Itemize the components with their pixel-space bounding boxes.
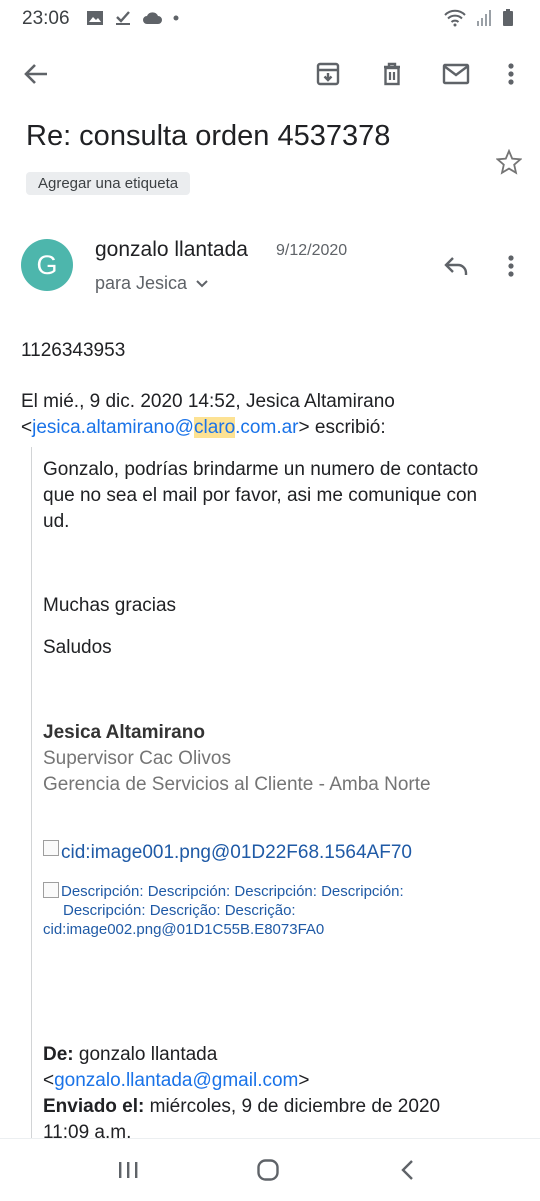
quote-bar — [31, 447, 32, 1147]
battery-icon — [503, 9, 513, 26]
email-highlight: claro — [193, 417, 236, 438]
archive-icon — [316, 62, 340, 86]
chevron-down-icon — [196, 279, 208, 287]
sent-line: Enviado el: miércoles, 9 de diciembre de… — [43, 1094, 523, 1120]
sender-email-link[interactable]: jesica.altamirano@claro.com.ar — [32, 417, 299, 438]
image2-placeholder[interactable]: Descripción: Descripción: Descripción: D… — [43, 882, 404, 939]
back-icon — [401, 1160, 413, 1180]
image1-placeholder[interactable]: cid:image001.png@01D22F68.1564AF70 — [43, 840, 412, 866]
signature-name: Jesica Altamirano — [43, 722, 205, 743]
signature-department: Gerencia de Servicios al Cliente - Amba … — [43, 774, 431, 795]
reply-header: El mié., 9 dic. 2020 14:52, Jesica Altam… — [21, 389, 531, 441]
avatar[interactable]: G — [21, 239, 73, 291]
more-vert-icon — [508, 255, 514, 277]
mark-unread-icon — [442, 63, 470, 85]
recent-apps-icon — [119, 1162, 138, 1178]
from-email-link[interactable]: gonzalo.llantada@gmail.com — [54, 1070, 298, 1091]
recent-apps-button[interactable] — [112, 1154, 144, 1186]
email-part: jesica.altamirano@ — [32, 417, 194, 438]
lt-sign: < — [21, 417, 33, 438]
reply-icon — [444, 257, 468, 275]
reply-header-line: El mié., 9 dic. 2020 14:52, Jesica Altam… — [21, 391, 395, 412]
message-more-button[interactable] — [495, 250, 527, 282]
home-button[interactable] — [252, 1154, 284, 1186]
dot-icon — [173, 15, 179, 21]
phone-number: 1126343953 — [21, 340, 126, 361]
image2-alt-line: Descripción: Descrição: Descrição: — [63, 902, 296, 919]
recipient-details[interactable]: para Jesica — [95, 273, 209, 294]
system-back-button[interactable] — [392, 1154, 424, 1186]
image-icon — [87, 11, 103, 25]
email-date: 9/12/2020 — [276, 242, 348, 259]
star-icon — [496, 149, 522, 175]
status-left-icons — [86, 10, 180, 26]
cloud-icon — [143, 12, 162, 24]
gt-sign: > — [298, 1070, 310, 1091]
add-label-chip[interactable]: Agregar una etiqueta — [26, 172, 191, 195]
image1-alt: cid:image001.png@01D22F68.1564AF70 — [61, 842, 412, 863]
reply-suffix: > escribió: — [298, 417, 386, 438]
status-right-icons — [444, 9, 514, 27]
check-download-icon — [116, 11, 130, 25]
wifi-icon — [444, 9, 466, 27]
signal-icon — [477, 10, 491, 26]
status-time: 23:06 — [22, 8, 70, 29]
email-part: .com.ar — [235, 417, 299, 438]
more-options-button[interactable] — [495, 58, 527, 90]
back-button[interactable] — [20, 58, 52, 90]
from-value: gonzalo llantada — [73, 1044, 218, 1065]
delete-button[interactable] — [376, 58, 408, 90]
reply-header-email-line: <jesica.altamirano@claro.com.ar> escribi… — [21, 415, 531, 441]
sent-label: Enviado el: — [43, 1096, 145, 1117]
quote-paragraph: Gonzalo, podrías brindarme un numero de … — [43, 459, 479, 532]
back-arrow-icon — [24, 64, 47, 84]
archive-button[interactable] — [312, 58, 344, 90]
image2-alt-line: Descripción: Descripción: Descripción: D… — [43, 882, 404, 901]
delete-icon — [384, 62, 400, 86]
lt-sign: < — [43, 1070, 55, 1091]
recipient-label: para Jesica — [95, 273, 188, 293]
broken-image-icon — [43, 840, 59, 856]
from-label: De: — [43, 1044, 74, 1065]
quote-thanks: Muchas gracias — [43, 595, 177, 616]
mark-unread-button[interactable] — [440, 58, 472, 90]
navigation-bar — [0, 1138, 540, 1201]
sent-value: miércoles, 9 de diciembre de 2020 — [144, 1096, 441, 1117]
sender-name: gonzalo llantada — [95, 238, 248, 261]
star-button[interactable] — [493, 146, 525, 178]
quote-greeting: Saludos — [43, 637, 112, 658]
email-subject: Re: consulta orden 4537378 — [26, 120, 391, 152]
signature-title: Supervisor Cac Olivos — [43, 748, 231, 769]
image2-alt-line: cid:image002.png@01D1C55B.E8073FA0 — [43, 921, 325, 938]
broken-image-icon — [43, 882, 59, 898]
from-line: De: gonzalo llantada — [43, 1042, 523, 1068]
image2-alt-text: Descripción: Descripción: Descripción: D… — [61, 883, 404, 900]
reply-button[interactable] — [440, 250, 472, 282]
more-vert-icon — [508, 63, 514, 85]
home-icon — [257, 1159, 279, 1181]
from-email-line: <gonzalo.llantada@gmail.com> — [43, 1068, 523, 1094]
forward-header: De: gonzalo llantada <gonzalo.llantada@g… — [43, 1042, 523, 1146]
